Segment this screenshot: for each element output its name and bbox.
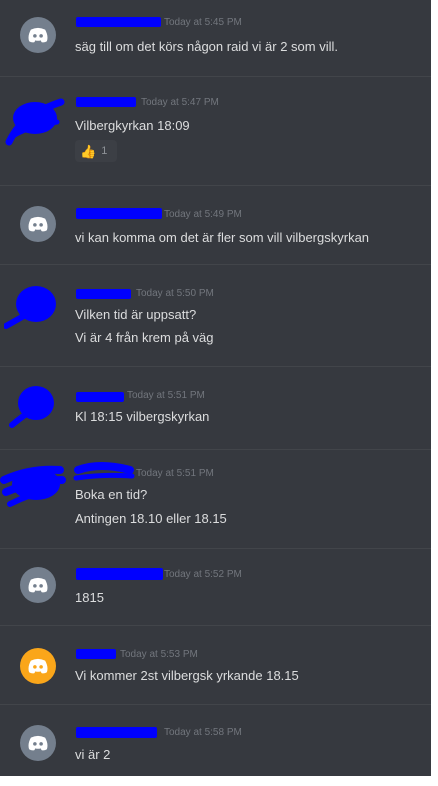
redacted-username — [76, 568, 163, 580]
discord-logo-icon — [28, 577, 48, 593]
redacted-username — [76, 727, 157, 738]
redacted-username — [76, 97, 136, 107]
message-text: Vilken tid är uppsatt? — [75, 307, 197, 322]
discord-logo-icon — [28, 658, 48, 674]
reaction-thumbs-up[interactable]: 👍 1 — [75, 140, 117, 162]
redacted-username — [76, 649, 116, 659]
message-timestamp: Today at 5:49 PM — [164, 209, 242, 220]
thumbs-up-icon: 👍 — [80, 143, 97, 159]
message: Today at 5:47 PM Vilbergkyrkan 18:09 👍 1 — [0, 77, 431, 186]
message-timestamp: Today at 5:58 PM — [164, 727, 242, 738]
message-timestamp: Today at 5:50 PM — [136, 288, 214, 299]
user-avatar[interactable] — [20, 206, 56, 242]
message-timestamp: Today at 5:53 PM — [120, 649, 198, 660]
message-text: Vi är 4 från krem på väg — [75, 330, 214, 345]
message-text: 1815 — [75, 590, 104, 605]
redacted-avatar-scribble — [4, 286, 56, 329]
message-text: Kl 18:15 vilbergskyrkan — [75, 409, 210, 424]
message-text: Vi kommer 2st vilbergsk yrkande 18.15 — [75, 668, 299, 683]
message-text: vi är 2 — [75, 747, 111, 762]
message-timestamp: Today at 5:51 PM — [136, 468, 214, 479]
redacted-avatar-scribble — [9, 386, 54, 428]
message: Today at 5:49 PM vi kan komma om det är … — [0, 186, 431, 265]
message: Today at 5:53 PM Vi kommer 2st vilbergsk… — [0, 626, 431, 705]
message: Today at 5:50 PM Vilken tid är uppsatt? … — [0, 265, 431, 367]
message: Today at 5:51 PM Kl 18:15 vilbergskyrkan — [0, 367, 431, 450]
redacted-username — [76, 289, 131, 299]
message: Today at 5:51 PM Boka en tid? Antingen 1… — [0, 450, 431, 549]
redacted-username — [76, 208, 162, 219]
message: Today at 5:52 PM 1815 — [0, 549, 431, 626]
redacted-username — [76, 17, 161, 27]
discord-logo-icon — [28, 27, 48, 43]
user-avatar[interactable] — [20, 17, 56, 53]
message-timestamp: Today at 5:51 PM — [127, 390, 205, 401]
discord-logo-icon — [28, 735, 48, 751]
discord-logo-icon — [28, 216, 48, 232]
message-text: säg till om det körs någon raid vi är 2 … — [75, 39, 338, 54]
redacted-avatar-scribble — [5, 98, 65, 146]
message-timestamp: Today at 5:52 PM — [164, 569, 242, 580]
message: Today at 5:45 PM säg till om det körs nå… — [0, 0, 431, 77]
user-avatar[interactable] — [20, 725, 56, 761]
message-timestamp: Today at 5:47 PM — [141, 97, 219, 108]
reaction-count: 1 — [101, 145, 108, 157]
user-avatar[interactable] — [20, 567, 56, 603]
message-text: Vilbergkyrkan 18:09 — [75, 118, 190, 133]
message-text: Antingen 18.10 eller 18.15 — [75, 511, 227, 526]
user-avatar[interactable] — [20, 648, 56, 684]
message-text: vi kan komma om det är fler som vill vil… — [75, 230, 370, 245]
redacted-username — [76, 392, 124, 402]
message-timestamp: Today at 5:45 PM — [164, 17, 242, 28]
message: Today at 5:58 PM vi är 2 — [0, 705, 431, 776]
message-text: Boka en tid? — [75, 487, 148, 502]
chat-message-list: Today at 5:45 PM säg till om det körs nå… — [0, 0, 431, 776]
